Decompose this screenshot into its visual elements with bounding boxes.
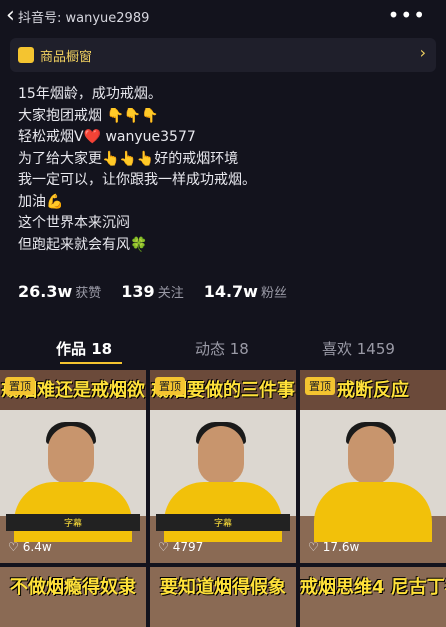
video-title: 戒烟思维4 尼古丁毒虫!	[300, 577, 446, 598]
face-shape	[48, 426, 94, 484]
bio-line: 大家抱团戒烟 👇👇👇	[18, 107, 159, 124]
tab-likes[interactable]: 喜欢 1459	[322, 338, 395, 359]
more-icon[interactable]: •••	[388, 3, 426, 27]
heart-icon: ♡	[158, 540, 169, 554]
video-tile[interactable]: 不做烟瘾得奴隶	[0, 567, 146, 627]
video-tile[interactable]: 戒断反应 置顶 ♡ 17.6w	[300, 370, 446, 563]
profile-bio: 15年烟龄，成功戒烟。 大家抱团戒烟 👇👇👇 轻松戒烟V❤️ wanyue357…	[18, 84, 438, 256]
bio-line: 轻松戒烟V❤️ wanyue3577	[18, 129, 196, 145]
shop-window-entry[interactable]: 商品橱窗 ›	[10, 38, 436, 72]
bio-line: 我一定可以，让你跟我一样成功戒烟。	[18, 172, 256, 188]
pinned-badge: 置顶	[155, 377, 185, 395]
video-title: 要知道烟得假象	[160, 577, 286, 598]
tab-works[interactable]: 作品 18	[56, 338, 112, 359]
back-icon[interactable]: ‹	[6, 3, 15, 29]
pinned-badge: 置顶	[5, 377, 35, 395]
video-tile[interactable]: 戒烟思维4 尼古丁毒虫!	[300, 567, 446, 627]
video-likes: ♡ 6.4w	[8, 540, 52, 554]
video-subtitle: 字幕	[156, 514, 290, 531]
video-likes: ♡ 4797	[158, 540, 203, 554]
shop-label: 商品橱窗	[40, 50, 93, 65]
video-subtitle: 字幕	[6, 514, 140, 531]
account-id: 抖音号: wanyue2989	[18, 11, 150, 26]
shirt-shape	[14, 482, 132, 542]
heart-icon: ♡	[308, 540, 319, 554]
stat-label: 获赞	[75, 286, 102, 301]
face-shape	[348, 426, 394, 484]
likes-count: 4797	[172, 540, 204, 554]
bio-line: 15年烟龄，成功戒烟。	[18, 86, 162, 102]
stat-followers[interactable]: 14.7w 粉丝	[204, 282, 287, 301]
stat-value: 14.7w	[203, 282, 258, 301]
video-likes: ♡ 17.6w	[308, 540, 359, 554]
likes-count: 6.4w	[22, 540, 52, 554]
video-tile[interactable]: 戒烟要做的三件事 置顶 字幕 ♡ 4797	[150, 370, 296, 563]
heart-icon: ♡	[8, 540, 19, 554]
profile-stats: 26.3w 获赞 139 关注 14.7w 粉丝	[18, 282, 287, 301]
video-title: 不做烟瘾得奴隶	[10, 577, 136, 598]
chevron-right-icon: ›	[419, 43, 426, 62]
tab-indicator	[60, 362, 122, 364]
tab-moments[interactable]: 动态 18	[195, 338, 249, 359]
bio-line: 这个世界本来沉闷	[18, 215, 130, 231]
stat-label: 关注	[157, 286, 184, 301]
pinned-badge: 置顶	[305, 377, 335, 395]
face-shape	[198, 426, 244, 484]
bio-line: 但跑起来就会有风🍀	[18, 236, 148, 253]
stat-label: 粉丝	[260, 286, 287, 301]
bio-line: 加油💪	[18, 193, 64, 210]
video-tile[interactable]: 戒烟难还是戒烟欲 置顶 字幕 ♡ 6.4w	[0, 370, 146, 563]
shop-icon	[18, 47, 34, 63]
stat-following[interactable]: 139 关注	[121, 282, 183, 301]
shirt-shape	[314, 482, 432, 542]
stat-value: 139	[121, 282, 155, 301]
likes-count: 17.6w	[322, 540, 360, 554]
video-tile[interactable]: 要知道烟得假象	[150, 567, 296, 627]
bio-line: 为了给大家更👆👆👆好的戒烟环境	[18, 150, 239, 167]
top-bar: ‹ 抖音号: wanyue2989 •••	[0, 0, 446, 34]
stat-value: 26.3w	[18, 282, 73, 301]
shirt-shape	[164, 482, 282, 542]
stat-likes[interactable]: 26.3w 获赞	[18, 282, 101, 301]
